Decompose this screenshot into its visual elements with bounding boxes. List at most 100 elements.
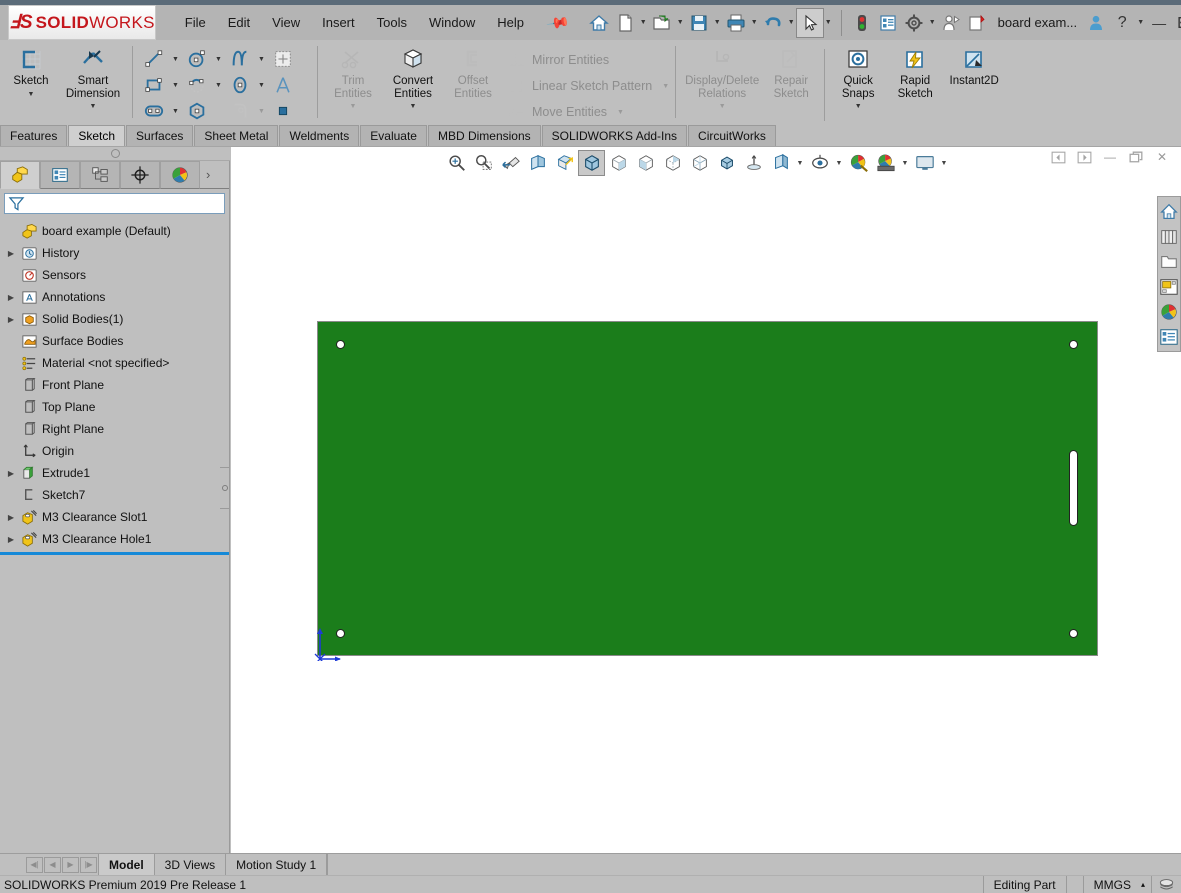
shadows-button[interactable] (767, 150, 794, 176)
bottom-tab-3d-views[interactable]: 3D Views (155, 854, 227, 875)
tab-features[interactable]: Features (0, 125, 68, 146)
mirror-entities-button[interactable]: Mirror Entities (502, 47, 669, 73)
save-button[interactable] (686, 9, 712, 37)
minimize-window-button[interactable]: — (1146, 9, 1172, 37)
restore-document-button[interactable] (1123, 148, 1149, 166)
panel-splitter[interactable] (0, 147, 230, 161)
point-tool[interactable]: ▼ (268, 98, 311, 124)
tree-item-sensors[interactable]: Sensors (0, 264, 229, 286)
sketch-button[interactable]: Sketch ▼ (2, 43, 60, 98)
tree-item-history[interactable]: ▶ History (0, 242, 229, 264)
tree-item-surface-bodies[interactable]: Surface Bodies (0, 330, 229, 352)
shaded-with-edges-button[interactable] (578, 150, 605, 176)
slot-tool[interactable]: ▼ (139, 98, 182, 124)
help-caret[interactable]: ▼ (1135, 19, 1146, 26)
close-document-button[interactable]: ✕ (1149, 148, 1175, 166)
account-button[interactable] (1083, 9, 1109, 37)
expand-arrow-icon[interactable]: ▶ (4, 513, 18, 522)
draft-quality-button[interactable] (713, 150, 740, 176)
circle-tool-caret[interactable]: ▼ (212, 56, 225, 63)
tab-sketch[interactable]: Sketch (68, 125, 126, 146)
tab-mbd-dimensions[interactable]: MBD Dimensions (427, 125, 541, 146)
view-orientation-button[interactable] (551, 150, 578, 176)
tree-item-front-plane[interactable]: Front Plane (0, 374, 229, 396)
convert-entities-button[interactable]: Convert Entities ▼ (382, 43, 444, 110)
design-library-button[interactable] (1158, 224, 1180, 249)
last-tab-button[interactable]: |▶ (80, 856, 97, 873)
menu-file[interactable]: File (174, 10, 217, 35)
linear-sketch-pattern-button[interactable]: Linear Sketch Pattern ▼ (502, 73, 669, 99)
zoom-to-area-button[interactable] (470, 150, 497, 176)
minimize-document-button[interactable]: — (1097, 148, 1123, 166)
tree-item-m3-clearance-slot1[interactable]: ▶ M3 Clearance Slot1 (0, 506, 229, 528)
restore-window-button[interactable] (1172, 9, 1181, 37)
linear-sketch-pattern-caret[interactable]: ▼ (662, 83, 669, 90)
tree-item-extrude1[interactable]: ▶ Extrude1 (0, 462, 229, 484)
m3-clearance-slot[interactable] (1069, 450, 1078, 526)
quick-snaps-button[interactable]: Quick Snaps ▼ (829, 43, 887, 110)
pcb-board-model[interactable] (317, 321, 1098, 656)
select-button[interactable] (795, 7, 824, 38)
feature-manager-tab-overflow[interactable]: › (200, 161, 229, 189)
rectangle-tool-caret[interactable]: ▼ (169, 82, 182, 89)
help-button[interactable]: ? (1109, 9, 1135, 37)
undo-caret[interactable]: ▼ (786, 19, 797, 26)
custom-properties-button[interactable] (1158, 324, 1180, 349)
bottom-tab-model[interactable]: Model (98, 854, 155, 875)
section-view-button[interactable] (524, 150, 551, 176)
wireframe-button[interactable] (686, 150, 713, 176)
select-caret[interactable]: ▼ (823, 19, 834, 26)
units-selector[interactable]: MMGS (1082, 875, 1141, 893)
tab-weldments[interactable]: Weldments (279, 125, 360, 146)
trim-entities-button[interactable]: Trim Entities ▼ (324, 43, 382, 110)
configuration-manager-tab[interactable] (80, 161, 120, 189)
view-settings-button[interactable] (911, 150, 938, 176)
tree-rollback-bar[interactable] (0, 552, 229, 555)
rectangle-tool[interactable]: ▼ (139, 72, 182, 98)
smart-dimension-button[interactable]: Smart Dimension ▼ (60, 43, 126, 110)
apply-scene-button[interactable] (872, 150, 899, 176)
file-properties-button[interactable] (875, 9, 901, 37)
open-document-button[interactable] (649, 9, 675, 37)
appearances-scenes-button[interactable] (1158, 299, 1180, 324)
slot-tool-caret[interactable]: ▼ (169, 108, 182, 115)
circle-tool[interactable]: ▼ (182, 46, 225, 72)
move-entities-button[interactable]: Move Entities ▼ (502, 99, 669, 125)
offset-entities-button[interactable]: Offset Entities (444, 43, 502, 100)
apply-scene-caret[interactable]: ▼ (899, 160, 911, 167)
quick-snaps-caret[interactable]: ▼ (855, 103, 862, 110)
menu-help[interactable]: Help (486, 10, 535, 35)
save-caret[interactable]: ▼ (712, 19, 723, 26)
menu-edit[interactable]: Edit (217, 10, 261, 35)
tree-item-annotations[interactable]: ▶ Annotations (0, 286, 229, 308)
smart-dimension-button-caret[interactable]: ▼ (90, 103, 97, 110)
tree-item-solid-bodies[interactable]: ▶ Solid Bodies(1) (0, 308, 229, 330)
repair-sketch-button[interactable]: Repair Sketch (762, 43, 820, 100)
tree-item-origin[interactable]: Origin (0, 440, 229, 462)
tab-sheet-metal[interactable]: Sheet Metal (194, 125, 279, 146)
tab-circuitworks[interactable]: CircuitWorks (688, 125, 776, 146)
new-document-caret[interactable]: ▼ (638, 19, 649, 26)
tree-item-right-plane[interactable]: Right Plane (0, 418, 229, 440)
prev-tab-button[interactable]: ◀ (44, 856, 61, 873)
edit-appearance-button[interactable] (845, 150, 872, 176)
undo-button[interactable] (760, 9, 786, 37)
mounting-hole-top-left[interactable] (336, 340, 345, 349)
options-button[interactable] (901, 9, 927, 37)
hide-show-items-button[interactable] (806, 150, 833, 176)
view-palette-button[interactable] (1158, 274, 1180, 299)
tab-evaluate[interactable]: Evaluate (360, 125, 427, 146)
prev-document-button[interactable] (1045, 148, 1071, 166)
tree-item-m3-clearance-hole1[interactable]: ▶ M3 Clearance Hole1 (0, 528, 229, 550)
sketch-button-caret[interactable]: ▼ (28, 91, 35, 98)
restore-panels-button[interactable] (964, 9, 990, 37)
property-manager-tab[interactable] (40, 161, 80, 189)
sketch-picture-tool[interactable]: ▼ (268, 46, 311, 72)
arc-tool-caret[interactable]: ▼ (212, 82, 225, 89)
perspective-button[interactable] (740, 150, 767, 176)
print-caret[interactable]: ▼ (749, 19, 760, 26)
rebuild-button[interactable] (849, 9, 875, 37)
spline-tool-caret[interactable]: ▼ (255, 56, 268, 63)
solidworks-resources-button[interactable] (1158, 199, 1180, 224)
menu-insert[interactable]: Insert (311, 10, 366, 35)
